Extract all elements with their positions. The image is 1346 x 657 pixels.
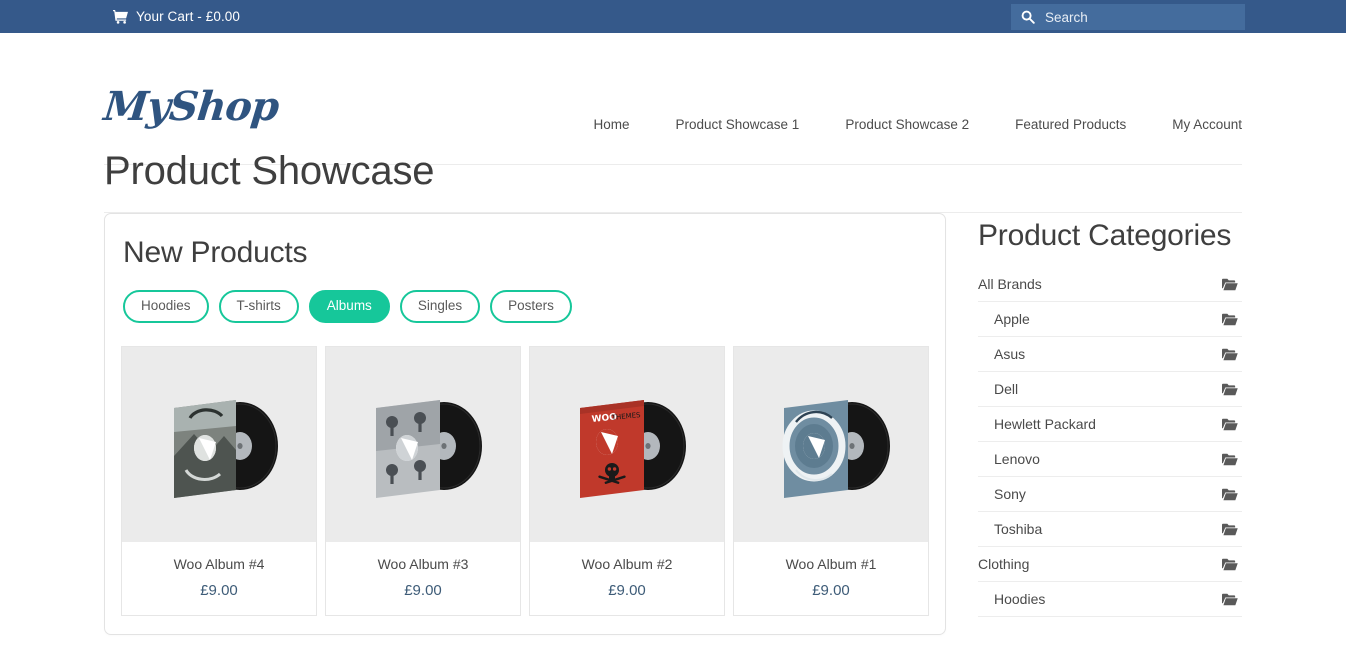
category-label: Hoodies: [994, 591, 1046, 607]
filter-pill-albums[interactable]: Albums: [308, 290, 390, 323]
product-categories-sidebar: Product Categories All Brands Apple Asus…: [978, 213, 1242, 635]
product-price: £9.00: [812, 581, 850, 599]
category-label: Apple: [994, 311, 1030, 327]
cart-label: Your Cart - £0.00: [136, 9, 241, 24]
top-utility-bar: Your Cart - £0.00: [0, 0, 1346, 33]
product-card[interactable]: WOO THEMES Woo Album #2 £9.00: [529, 345, 725, 616]
category-item-all-brands[interactable]: All Brands: [978, 267, 1242, 302]
category-label: Asus: [994, 346, 1026, 362]
product-card[interactable]: Woo Album #3 £9.00: [325, 345, 521, 616]
category-label: Sony: [994, 486, 1026, 502]
folder-open-icon: [1222, 383, 1238, 396]
category-item-sony[interactable]: Sony: [978, 477, 1242, 512]
category-item-asus[interactable]: Asus: [978, 337, 1242, 372]
category-label: Lenovo: [994, 451, 1040, 467]
product-info: Woo Album #4 £9.00: [122, 542, 316, 615]
category-item-toshiba[interactable]: Toshiba: [978, 512, 1242, 547]
category-label: Toshiba: [994, 521, 1043, 537]
product-price: £9.00: [404, 581, 442, 599]
category-list: All Brands Apple Asus Dell Hewlett Packa…: [978, 267, 1242, 617]
folder-open-icon: [1222, 418, 1238, 431]
category-item-hoodies[interactable]: Hoodies: [978, 582, 1242, 617]
product-image[interactable]: [734, 346, 928, 542]
product-name: Woo Album #4: [173, 555, 265, 572]
album-artwork-grey-keyhole: [376, 400, 482, 498]
category-label: Hewlett Packard: [994, 416, 1096, 432]
category-label: All Brands: [978, 276, 1042, 292]
folder-open-icon: [1222, 453, 1238, 466]
category-label: Dell: [994, 381, 1019, 397]
category-item-clothing[interactable]: Clothing: [978, 547, 1242, 582]
product-card[interactable]: Woo Album #4 £9.00: [121, 345, 317, 616]
product-image[interactable]: WOO THEMES: [530, 346, 724, 542]
product-grid: Woo Album #4 £9.00 Woo Album #3 £9.00 WO…: [121, 345, 929, 616]
category-item-hewlett-packard[interactable]: Hewlett Packard: [978, 407, 1242, 442]
folder-open-icon: [1222, 348, 1238, 361]
site-header: MyShop Home Product Showcase 1 Product S…: [0, 33, 1346, 165]
category-item-lenovo[interactable]: Lenovo: [978, 442, 1242, 477]
product-info: Woo Album #2 £9.00: [530, 542, 724, 615]
new-products-panel: New Products Hoodies T-shirts Albums Sin…: [104, 213, 946, 635]
search-input[interactable]: [1045, 4, 1235, 30]
album-artwork-red-skull: WOO THEMES: [580, 400, 686, 498]
folder-open-icon: [1222, 523, 1238, 536]
album-artwork-blue-ring: [782, 400, 890, 498]
page-title: Product Showcase: [104, 149, 435, 193]
cart-link[interactable]: Your Cart - £0.00: [113, 9, 240, 24]
sidebar-title: Product Categories: [978, 219, 1232, 252]
category-filter-tabs: Hoodies T-shirts Albums Singles Posters: [123, 290, 929, 323]
folder-open-icon: [1222, 593, 1238, 606]
filter-pill-posters[interactable]: Posters: [490, 290, 572, 323]
category-label: Clothing: [978, 556, 1030, 572]
folder-open-icon: [1222, 558, 1238, 571]
panel-title: New Products: [123, 236, 308, 269]
site-logo[interactable]: MyShop: [102, 83, 281, 130]
product-name: Woo Album #3: [377, 555, 469, 572]
category-item-apple[interactable]: Apple: [978, 302, 1242, 337]
product-price: £9.00: [608, 581, 646, 599]
album-artwork-landscape: [174, 400, 278, 498]
product-info: Woo Album #3 £9.00: [326, 542, 520, 615]
folder-open-icon: [1222, 488, 1238, 501]
product-card[interactable]: Woo Album #1 £9.00: [733, 345, 929, 616]
product-info: Woo Album #1 £9.00: [734, 542, 928, 615]
filter-pill-t-shirts[interactable]: T-shirts: [218, 290, 299, 323]
filter-pill-singles[interactable]: Singles: [399, 290, 481, 323]
folder-open-icon: [1222, 313, 1238, 326]
page-title-section: Product Showcase: [0, 130, 1346, 213]
shopping-cart-icon: [113, 9, 128, 24]
product-image[interactable]: [122, 346, 316, 542]
folder-open-icon: [1222, 278, 1238, 291]
product-name: Woo Album #1: [785, 555, 877, 572]
product-name: Woo Album #2: [581, 555, 673, 572]
filter-pill-hoodies[interactable]: Hoodies: [123, 290, 209, 323]
search-icon: [1021, 10, 1035, 24]
product-price: £9.00: [200, 581, 238, 599]
main-content: New Products Hoodies T-shirts Albums Sin…: [0, 213, 1346, 635]
search-box[interactable]: [1011, 4, 1245, 30]
product-image[interactable]: [326, 346, 520, 542]
category-item-dell[interactable]: Dell: [978, 372, 1242, 407]
